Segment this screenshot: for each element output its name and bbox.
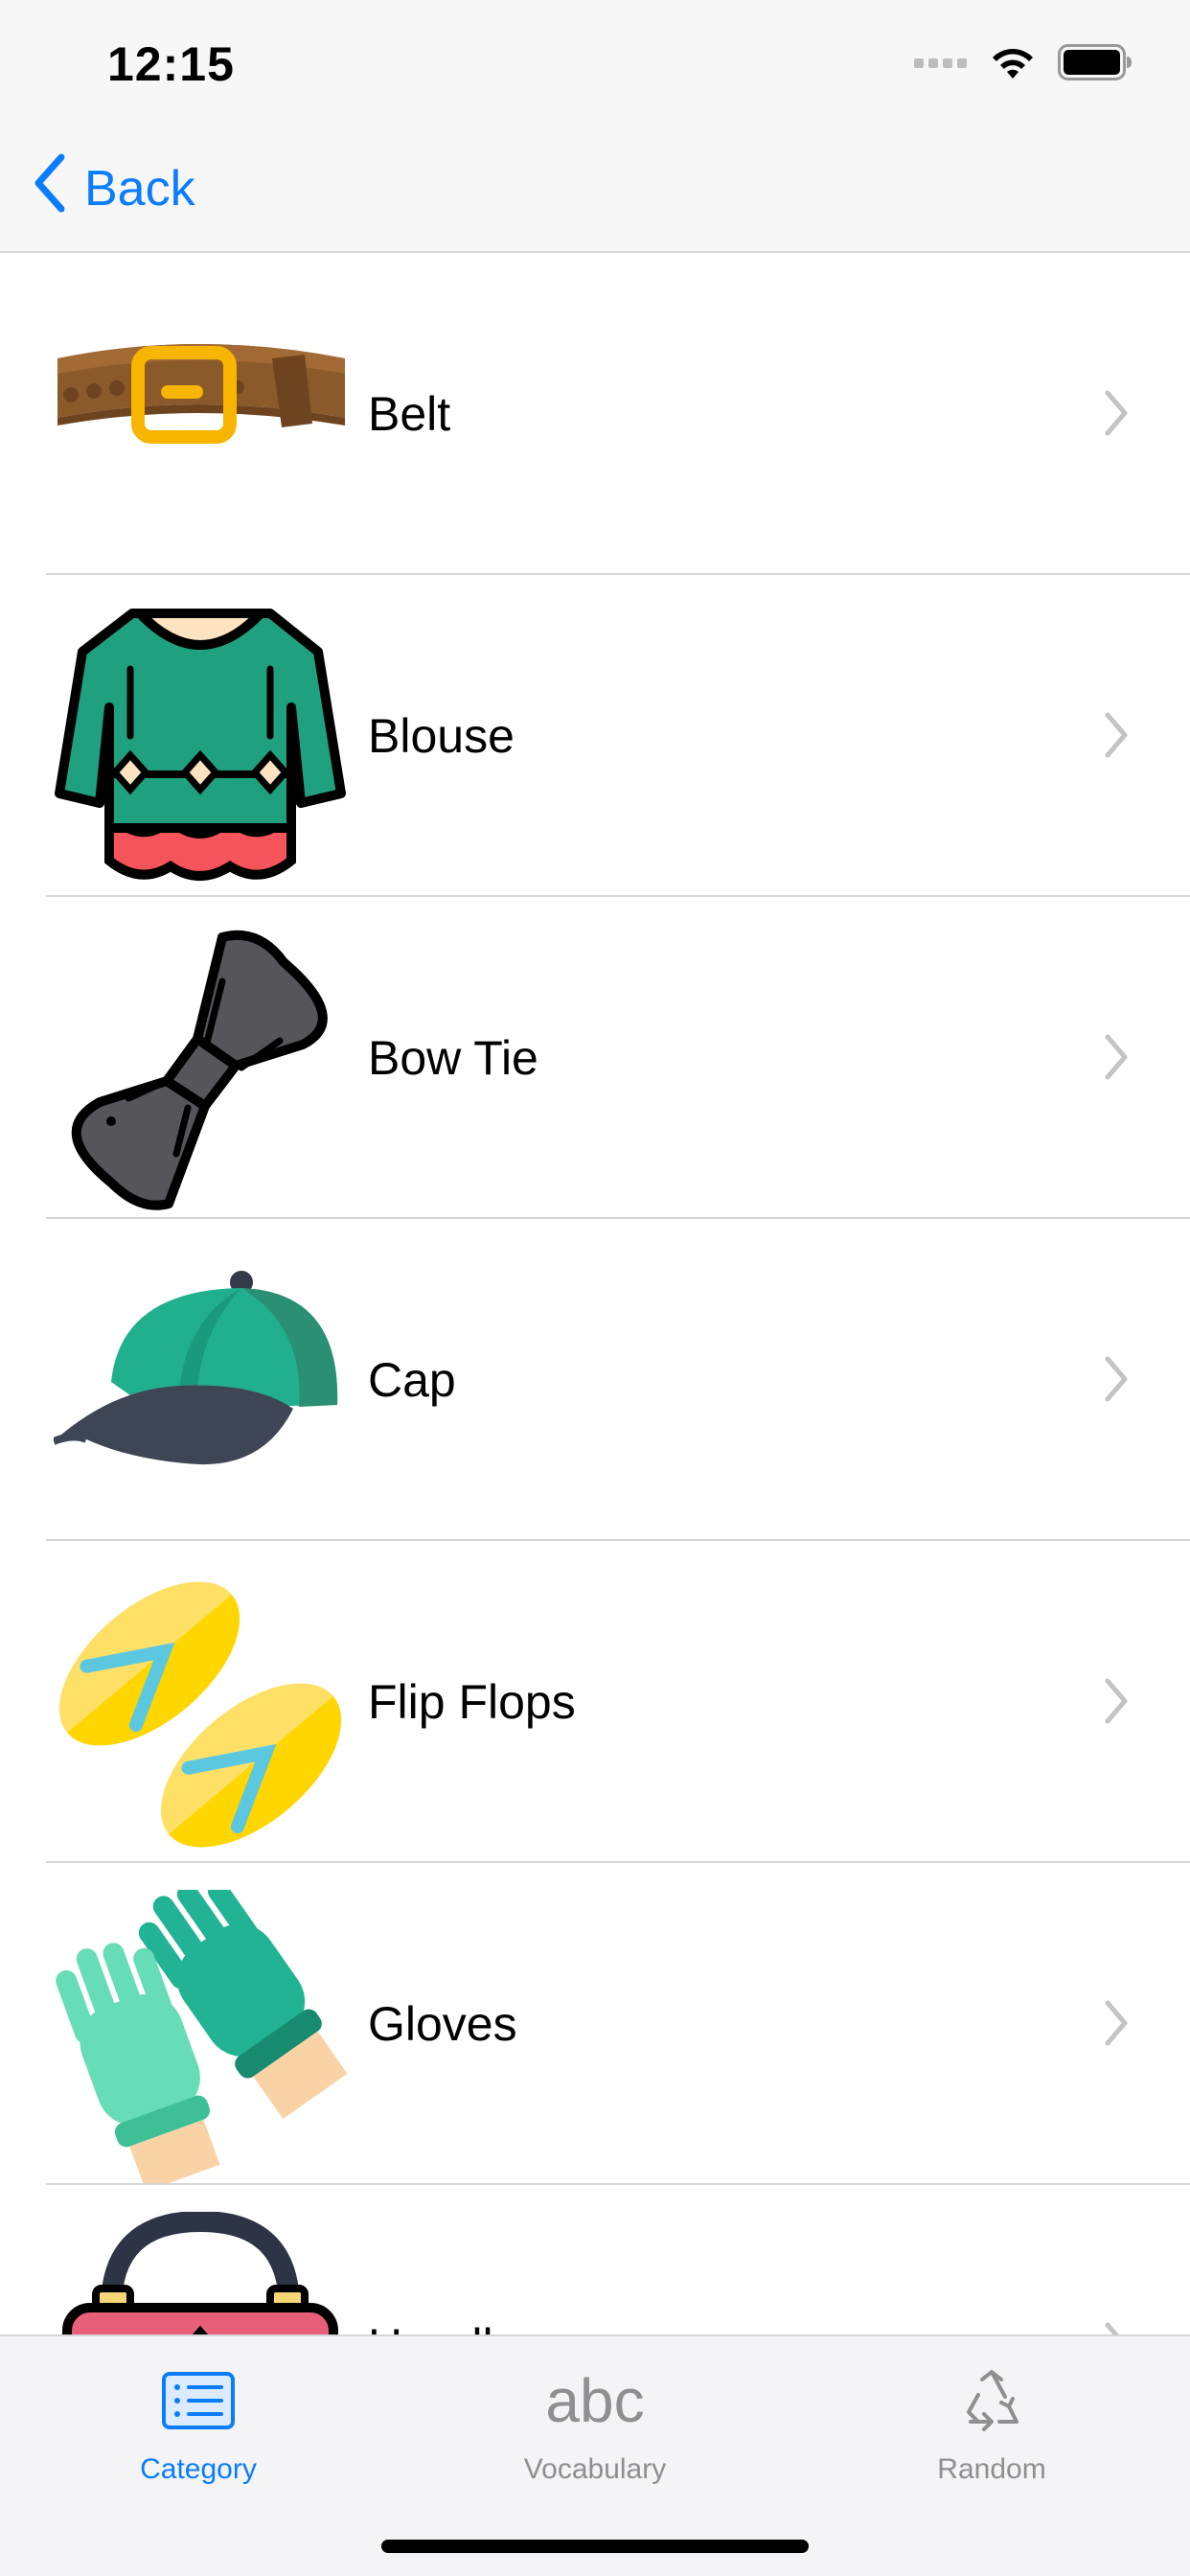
chevron-right-icon	[1102, 1031, 1131, 1083]
blouse-icon	[54, 602, 347, 895]
gloves-icon	[54, 1890, 347, 2183]
tab-bar: Category abc Vocabulary Random	[0, 2334, 1190, 2576]
item-label: Bow Tie	[368, 1031, 538, 1085]
item-label: Gloves	[368, 1997, 517, 2051]
chevron-left-icon	[33, 153, 67, 225]
list-item-gloves[interactable]: Gloves	[0, 1863, 1190, 2185]
status-icons	[914, 44, 1133, 85]
battery-icon	[1058, 44, 1133, 85]
recycle-icon	[793, 2358, 1190, 2444]
belt-icon	[54, 280, 347, 573]
item-label: Handbag	[368, 2185, 562, 2334]
chevron-right-icon	[1102, 709, 1131, 761]
cap-icon	[54, 1246, 347, 1539]
list-item-flip-flops[interactable]: Flip Flops	[0, 1541, 1190, 1863]
chevron-right-icon	[1102, 1675, 1131, 1727]
status-time: 12:15	[107, 37, 235, 91]
item-label: Belt	[368, 387, 451, 441]
list-item-bow-tie[interactable]: Bow Tie	[0, 897, 1190, 1219]
signal-icon	[914, 55, 968, 75]
tab-label: Random	[937, 2453, 1046, 2485]
chevron-right-icon	[1102, 2319, 1131, 2334]
back-label: Back	[84, 161, 195, 217]
list-item-blouse[interactable]: Blouse	[0, 575, 1190, 897]
item-list: Belt Blouse Bow Tie Cap Flip Flops Glove…	[0, 253, 1190, 2334]
flip-flops-icon	[54, 1568, 347, 1861]
back-button[interactable]: Back	[33, 153, 195, 225]
abc-icon: abc	[397, 2358, 793, 2444]
abc-icon-text: abc	[545, 2366, 645, 2435]
home-indicator[interactable]	[381, 2540, 809, 2553]
handbag-icon	[54, 2212, 347, 2334]
category-list-icon	[0, 2358, 397, 2444]
chevron-right-icon	[1102, 1353, 1131, 1405]
item-label: Cap	[368, 1353, 456, 1407]
status-bar: 12:15	[0, 0, 1190, 126]
tab-random[interactable]: Random	[793, 2358, 1190, 2511]
tab-label: Vocabulary	[523, 2453, 667, 2485]
navigation-bar: Back	[0, 126, 1190, 253]
tab-vocabulary[interactable]: abc Vocabulary	[397, 2358, 793, 2511]
item-label: Blouse	[368, 709, 515, 763]
item-label: Flip Flops	[368, 1675, 576, 1729]
list-item-belt[interactable]: Belt	[0, 253, 1190, 575]
tab-category[interactable]: Category	[0, 2358, 397, 2511]
chevron-right-icon	[1102, 387, 1131, 439]
list-item-handbag[interactable]: Handbag	[0, 2185, 1190, 2334]
bow-tie-icon	[54, 924, 347, 1217]
chevron-right-icon	[1102, 1997, 1131, 2049]
tab-label: Category	[140, 2453, 257, 2485]
list-item-cap[interactable]: Cap	[0, 1219, 1190, 1541]
wifi-icon	[989, 44, 1037, 85]
